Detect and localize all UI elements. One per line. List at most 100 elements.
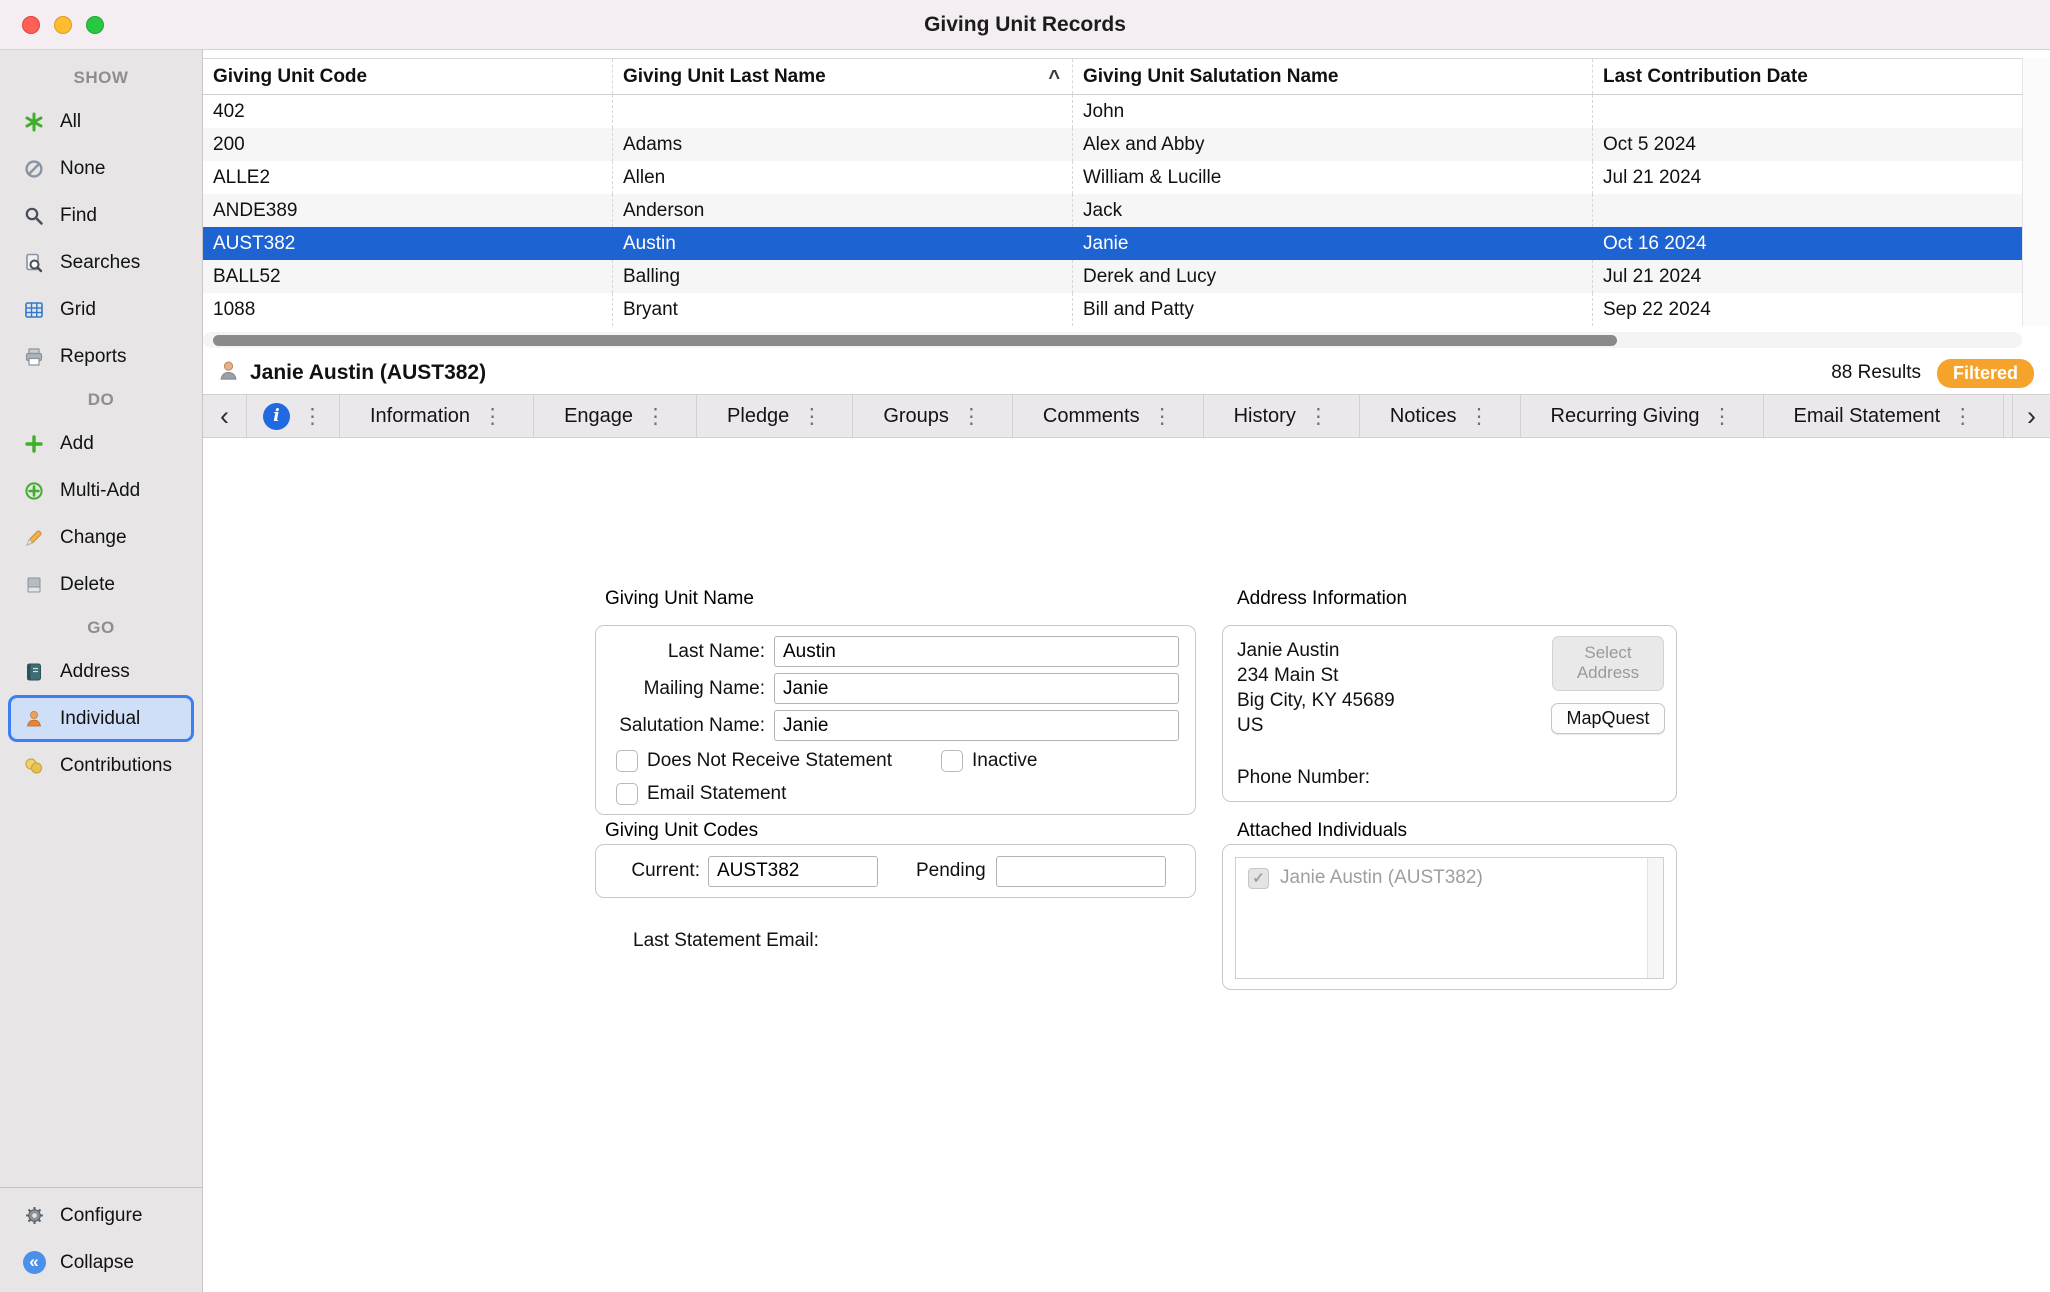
eraser-icon (21, 575, 47, 595)
column-header-last-name[interactable]: Giving Unit Last Name ^ (612, 59, 1072, 94)
sidebar-item-multi-add[interactable]: Multi-Add (8, 467, 194, 514)
tab-label: Groups (883, 405, 949, 428)
sidebar-item-find[interactable]: Find (8, 192, 194, 239)
tab-comments[interactable]: Comments ⋮ (1013, 395, 1204, 437)
inactive-checkbox[interactable] (941, 750, 963, 772)
attached-individuals-group: ✓ Janie Austin (AUST382) (1222, 844, 1677, 990)
tab-engage[interactable]: Engage ⋮ (534, 395, 697, 437)
collapse-circle-icon: « (21, 1251, 47, 1274)
pencil-icon (21, 528, 47, 548)
does-not-receive-statement-checkbox[interactable] (616, 750, 638, 772)
tab-info[interactable]: i ⋮ (247, 395, 340, 437)
cell-code: AUST382 (203, 227, 612, 260)
cell-last-name: Bryant (612, 293, 1072, 326)
column-header-salutation[interactable]: Giving Unit Salutation Name (1072, 59, 1592, 94)
pending-code-field[interactable] (996, 856, 1166, 887)
current-code-field[interactable] (708, 856, 878, 887)
sidebar-item-all[interactable]: All (8, 98, 194, 145)
sidebar-item-label: Find (60, 205, 97, 227)
tab-email-statement[interactable]: Email Statement ⋮ (1764, 395, 2005, 437)
grid-icon (21, 300, 47, 320)
column-header-code[interactable]: Giving Unit Code (203, 59, 612, 94)
sidebar-item-contributions[interactable]: Contributions (8, 742, 194, 789)
filtered-badge[interactable]: Filtered (1937, 359, 2034, 388)
gear-icon (21, 1205, 47, 1226)
cell-salutation: Janie (1072, 227, 1592, 260)
horizontal-scrollbar-thumb[interactable] (213, 335, 1617, 346)
kebab-menu-icon[interactable]: ⋮ (302, 404, 323, 429)
cell-last-name (612, 95, 1072, 128)
sidebar-item-configure[interactable]: Configure (8, 1192, 194, 1239)
table-row[interactable]: BALL52 Balling Derek and Lucy Jul 21 202… (203, 260, 2022, 293)
tab-label: Engage (564, 405, 633, 428)
tab-pledge[interactable]: Pledge ⋮ (697, 395, 853, 437)
cell-salutation: Alex and Abby (1072, 128, 1592, 161)
salutation-name-field[interactable] (774, 710, 1179, 741)
cell-last-name: Balling (612, 260, 1072, 293)
cell-last-name: Adams (612, 128, 1072, 161)
cell-last-name: Allen (612, 161, 1072, 194)
sidebar-item-add[interactable]: Add (8, 420, 194, 467)
email-statement-checkbox[interactable] (616, 783, 638, 805)
app-window: Giving Unit Records SHOW All None (0, 0, 2050, 1292)
attached-individual-checkbox[interactable]: ✓ (1248, 868, 1269, 889)
horizontal-scrollbar[interactable] (203, 332, 2022, 348)
sidebar-item-individual[interactable]: Individual (8, 695, 194, 742)
tab-label: Notices (1390, 405, 1457, 428)
sidebar-item-address[interactable]: Address (8, 648, 194, 695)
tab-history[interactable]: History ⋮ (1204, 395, 1360, 437)
kebab-menu-icon[interactable]: ⋮ (801, 404, 822, 429)
kebab-menu-icon[interactable]: ⋮ (1712, 404, 1733, 429)
current-code-label: Current: (610, 860, 700, 882)
kebab-menu-icon[interactable]: ⋮ (645, 404, 666, 429)
check-icon: ✓ (1252, 869, 1265, 887)
table-row[interactable]: 1088 Bryant Bill and Patty Sep 22 2024 (203, 293, 2022, 326)
kebab-menu-icon[interactable]: ⋮ (1952, 404, 1973, 429)
slash-circle-icon (21, 159, 47, 179)
cell-code: 402 (203, 95, 612, 128)
table-row[interactable]: 200 Adams Alex and Abby Oct 5 2024 (203, 128, 2022, 161)
sidebar-item-grid[interactable]: Grid (8, 286, 194, 333)
list-item[interactable]: ✓ Janie Austin (AUST382) (1236, 858, 1663, 898)
table-row[interactable]: 402 John (203, 95, 2022, 128)
record-title: Janie Austin (AUST382) (250, 361, 486, 385)
sidebar-item-none[interactable]: None (8, 145, 194, 192)
attached-individual-label: Janie Austin (AUST382) (1280, 867, 1483, 889)
table-row-selected[interactable]: AUST382 Austin Janie Oct 16 2024 (203, 227, 2022, 260)
sidebar-item-searches[interactable]: Searches (8, 239, 194, 286)
select-address-button[interactable]: Select Address (1552, 636, 1664, 691)
mapquest-button[interactable]: MapQuest (1551, 703, 1664, 734)
tab-information[interactable]: Information ⋮ (340, 395, 534, 437)
kebab-menu-icon[interactable]: ⋮ (1308, 404, 1329, 429)
kebab-menu-icon[interactable]: ⋮ (1152, 404, 1173, 429)
sidebar-item-label: All (60, 111, 81, 133)
tab-recurring-giving[interactable]: Recurring Giving ⋮ (1521, 395, 1764, 437)
sidebar-item-reports[interactable]: Reports (8, 333, 194, 380)
results-count: 88 Results (1831, 362, 1921, 384)
table-row[interactable]: ANDE389 Anderson Jack (203, 194, 2022, 227)
cell-last-contribution: Sep 22 2024 (1592, 293, 2022, 326)
mailing-name-field[interactable] (774, 673, 1179, 704)
last-name-field[interactable] (774, 636, 1179, 667)
tab-groups[interactable]: Groups ⋮ (853, 395, 1013, 437)
plus-icon (21, 434, 47, 454)
tab-notices[interactable]: Notices ⋮ (1360, 395, 1521, 437)
vertical-scrollbar[interactable] (2022, 58, 2050, 326)
results-table: Giving Unit Code Giving Unit Last Name ^… (203, 58, 2050, 326)
tabs-scroll-right-button[interactable]: › (2012, 395, 2050, 437)
tab-label: Comments (1043, 405, 1140, 428)
kebab-menu-icon[interactable]: ⋮ (961, 404, 982, 429)
sidebar-item-delete[interactable]: Delete (8, 561, 194, 608)
sidebar-item-collapse[interactable]: « Collapse (8, 1239, 194, 1286)
kebab-menu-icon[interactable]: ⋮ (482, 404, 503, 429)
list-vertical-scrollbar[interactable] (1647, 858, 1663, 978)
tabs-scroll-left-button[interactable]: ‹ (203, 395, 247, 437)
table-row[interactable]: ALLE2 Allen William & Lucille Jul 21 202… (203, 161, 2022, 194)
cell-code: BALL52 (203, 260, 612, 293)
cell-salutation: John (1072, 95, 1592, 128)
salutation-name-label: Salutation Name: (596, 715, 774, 737)
column-header-last-contribution[interactable]: Last Contribution Date (1592, 59, 2022, 94)
kebab-menu-icon[interactable]: ⋮ (1469, 404, 1490, 429)
sidebar-item-label: Contributions (60, 755, 172, 777)
sidebar-item-change[interactable]: Change (8, 514, 194, 561)
